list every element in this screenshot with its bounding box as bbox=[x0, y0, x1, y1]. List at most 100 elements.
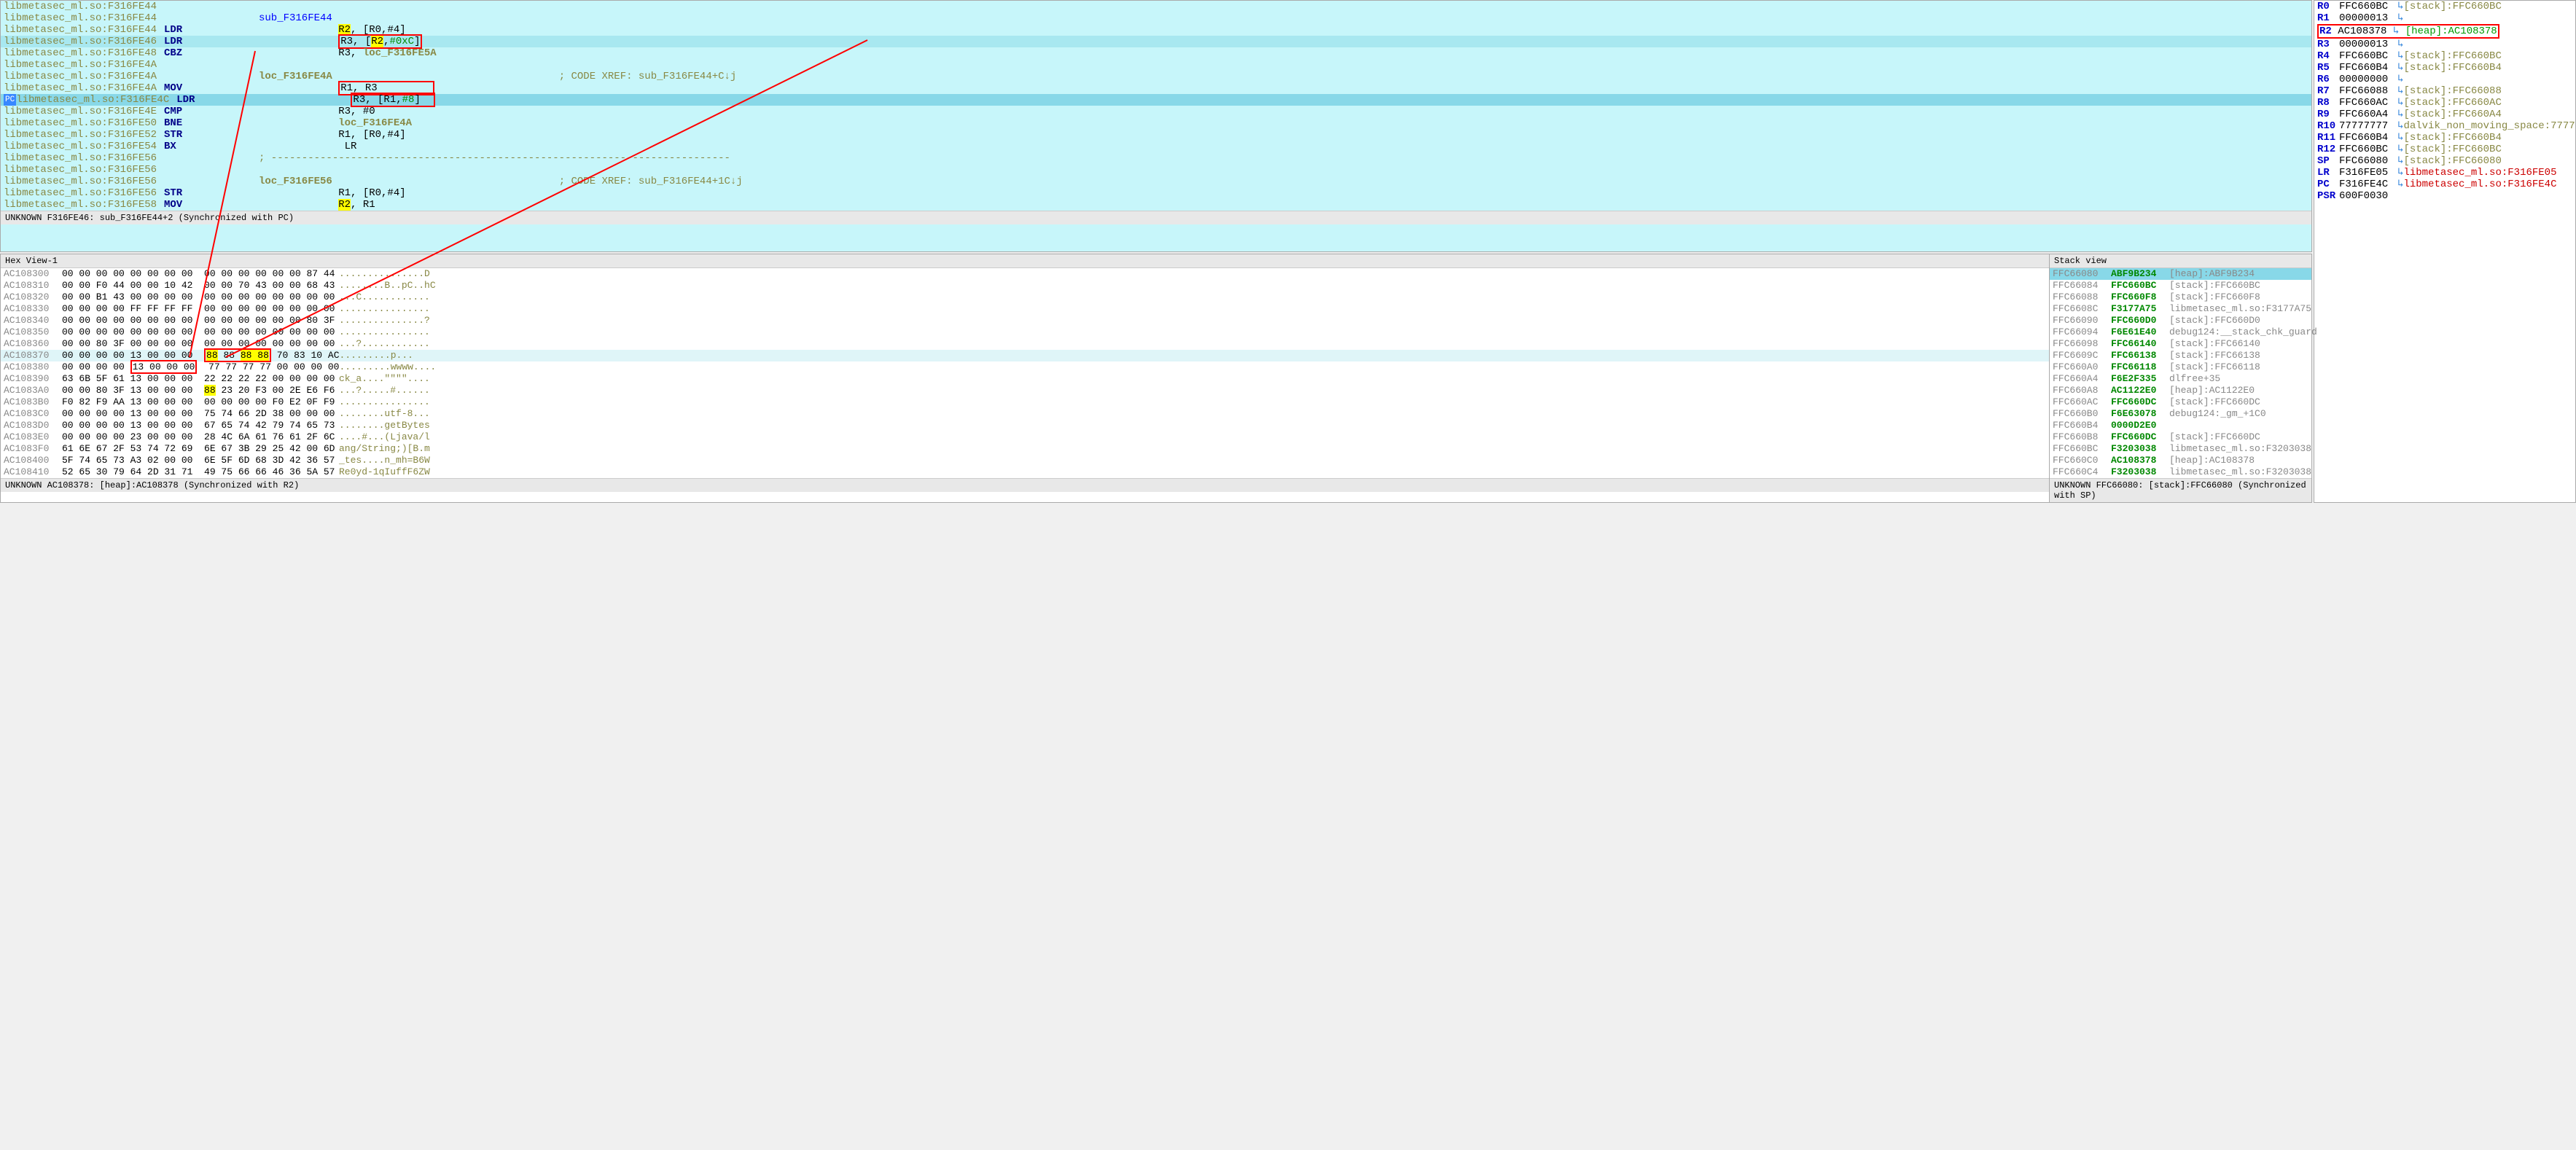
register-row[interactable]: LR F316FE05 ↳ libmetasec_ml.so:F316FE05 bbox=[2314, 167, 2575, 179]
register-row[interactable]: PC F316FE4C ↳ libmetasec_ml.so:F316FE4C bbox=[2314, 179, 2575, 190]
disasm-line[interactable]: libmetasec_ml.so:F316FE56 loc_F316FE56 ;… bbox=[1, 176, 2311, 187]
register-row[interactable]: R11 FFC660B4 ↳ [stack]:FFC660B4 bbox=[2314, 132, 2575, 144]
register-row[interactable]: R2 AC108378 ↳ [heap]:AC108378 bbox=[2314, 24, 2575, 39]
hex-bytes: 63 6B 5F 61 13 00 00 00 22 22 22 22 00 0… bbox=[62, 373, 339, 385]
registers-view[interactable]: R0 FFC660BC ↳ [stack]:FFC660BCR1 0000001… bbox=[2314, 0, 2576, 503]
hex-line[interactable]: AC1083D0 00 00 00 00 13 00 00 00 67 65 7… bbox=[1, 420, 2049, 431]
hex-line[interactable]: AC108410 52 65 30 79 64 2D 31 71 49 75 6… bbox=[1, 466, 2049, 478]
operands: R3, loc_F316FE5A bbox=[259, 47, 2308, 59]
hex-line[interactable]: AC108390 63 6B 5F 61 13 00 00 00 22 22 2… bbox=[1, 373, 2049, 385]
hex-line[interactable]: AC108370 00 00 00 00 13 00 00 00 88 88 8… bbox=[1, 350, 2049, 361]
register-row[interactable]: R9 FFC660A4 ↳ [stack]:FFC660A4 bbox=[2314, 109, 2575, 120]
register-row[interactable]: SP FFC66080 ↳ [stack]:FFC66080 bbox=[2314, 155, 2575, 167]
stack-desc: [stack]:FFC660DC bbox=[2169, 396, 2260, 408]
disasm-line[interactable]: libmetasec_ml.so:F316FE58 MOV R2, R1 bbox=[1, 199, 2311, 211]
hex-line[interactable]: AC108320 00 00 B1 43 00 00 00 00 00 00 0… bbox=[1, 292, 2049, 303]
disasm-line[interactable]: libmetasec_ml.so:F316FE56 ; ------------… bbox=[1, 152, 2311, 164]
hex-line[interactable]: AC108400 5F 74 65 73 A3 02 00 00 6E 5F 6… bbox=[1, 455, 2049, 466]
hex-line[interactable]: AC1083E0 00 00 00 00 23 00 00 00 28 4C 6… bbox=[1, 431, 2049, 443]
hex-line[interactable]: AC108310 00 00 F0 44 00 00 10 42 00 00 7… bbox=[1, 280, 2049, 292]
disasm-line[interactable]: libmetasec_ml.so:F316FE44 bbox=[1, 1, 2311, 12]
hex-line[interactable]: AC108350 00 00 00 00 00 00 00 00 00 00 0… bbox=[1, 326, 2049, 338]
stack-line[interactable]: FFC66084 FFC660BC [stack]:FFC660BC bbox=[2050, 280, 2311, 292]
mnemonic bbox=[164, 12, 259, 24]
stack-line[interactable]: FFC660A0 FFC66118 [stack]:FFC66118 bbox=[2050, 361, 2311, 373]
hex-addr: AC108360 bbox=[4, 338, 62, 350]
disassembly-view[interactable]: libmetasec_ml.so:F316FE44 libmetasec_ml.… bbox=[0, 0, 2312, 252]
stack-line[interactable]: FFC6608C F3177A75 libmetasec_ml.so:F3177… bbox=[2050, 303, 2311, 315]
disasm-line[interactable]: libmetasec_ml.so:F316FE52 STR R1, [R0,#4… bbox=[1, 129, 2311, 141]
disasm-line[interactable]: libmetasec_ml.so:F316FE48 CBZ R3, loc_F3… bbox=[1, 47, 2311, 59]
register-row[interactable]: R3 00000013 ↳ bbox=[2314, 39, 2575, 50]
register-row[interactable]: R0 FFC660BC ↳ [stack]:FFC660BC bbox=[2314, 1, 2575, 12]
address: libmetasec_ml.so:F316FE44 bbox=[4, 24, 164, 36]
register-row[interactable]: R6 00000000 ↳ bbox=[2314, 74, 2575, 85]
register-row[interactable]: PSR 600F0030 bbox=[2314, 190, 2575, 202]
register-row[interactable]: R7 FFC66088 ↳ [stack]:FFC66088 bbox=[2314, 85, 2575, 97]
hex-line[interactable]: AC1083B0 F0 82 F9 AA 13 00 00 00 00 00 0… bbox=[1, 396, 2049, 408]
stack-line[interactable]: FFC66088 FFC660F8 [stack]:FFC660F8 bbox=[2050, 292, 2311, 303]
register-row[interactable]: R8 FFC660AC ↳ [stack]:FFC660AC bbox=[2314, 97, 2575, 109]
stack-line[interactable]: FFC660C4 F3203038 libmetasec_ml.so:F3203… bbox=[2050, 466, 2311, 478]
stack-line[interactable]: FFC660AC FFC660DC [stack]:FFC660DC bbox=[2050, 396, 2311, 408]
stack-line[interactable]: FFC660B8 FFC660DC [stack]:FFC660DC bbox=[2050, 431, 2311, 443]
hex-line[interactable]: AC1083C0 00 00 00 00 13 00 00 00 75 74 6… bbox=[1, 408, 2049, 420]
hex-line[interactable]: AC1083A0 00 00 80 3F 13 00 00 00 88 23 2… bbox=[1, 385, 2049, 396]
hex-bytes: 00 00 00 00 00 00 00 00 00 00 00 00 00 0… bbox=[62, 268, 339, 280]
stack-line[interactable]: FFC660C0 AC108378 [heap]:AC108378 bbox=[2050, 455, 2311, 466]
disasm-line[interactable]: libmetasec_ml.so:F316FE56 STR R1, [R0,#4… bbox=[1, 187, 2311, 199]
reg-desc: [stack]:FFC660AC bbox=[2403, 97, 2501, 109]
stack-line[interactable]: FFC660BC F3203038 libmetasec_ml.so:F3203… bbox=[2050, 443, 2311, 455]
stack-addr: FFC660B0 bbox=[2053, 408, 2111, 420]
stack-line[interactable]: FFC66094 F6E61E40 debug124:__stack_chk_g… bbox=[2050, 326, 2311, 338]
disasm-line[interactable]: libmetasec_ml.so:F316FE4A MOV R1, R3 bbox=[1, 82, 2311, 94]
operands: LR bbox=[259, 141, 2308, 152]
hex-addr: AC108410 bbox=[4, 466, 62, 478]
stack-line[interactable]: FFC66090 FFC660D0 [stack]:FFC660D0 bbox=[2050, 315, 2311, 326]
stack-view[interactable]: Stack view FFC66080 ABF9B234 [heap]:ABF9… bbox=[2049, 254, 2311, 502]
stack-desc: [heap]:AC108378 bbox=[2169, 455, 2255, 466]
register-row[interactable]: R5 FFC660B4 ↳ [stack]:FFC660B4 bbox=[2314, 62, 2575, 74]
hex-line[interactable]: AC108330 00 00 00 00 FF FF FF FF 00 00 0… bbox=[1, 303, 2049, 315]
hex-ascii: ...............D bbox=[339, 268, 430, 280]
stack-line[interactable]: FFC66098 FFC66140 [stack]:FFC66140 bbox=[2050, 338, 2311, 350]
hex-ascii: ang/String;)[B.m bbox=[339, 443, 430, 455]
stack-line[interactable]: FFC6609C FFC66138 [stack]:FFC66138 bbox=[2050, 350, 2311, 361]
disasm-line[interactable]: libmetasec_ml.so:F316FE54 BX LR bbox=[1, 141, 2311, 152]
deref-icon: ↳ bbox=[2397, 50, 2403, 62]
deref-icon: ↳ bbox=[2397, 179, 2403, 190]
hex-line[interactable]: AC1083F0 61 6E 67 2F 53 74 72 69 6E 67 3… bbox=[1, 443, 2049, 455]
disasm-line[interactable]: libmetasec_ml.so:F316FE50 BNE loc_F316FE… bbox=[1, 117, 2311, 129]
register-row[interactable]: R4 FFC660BC ↳ [stack]:FFC660BC bbox=[2314, 50, 2575, 62]
hex-addr: AC108350 bbox=[4, 326, 62, 338]
stack-val: FFC66140 bbox=[2111, 338, 2169, 350]
disasm-line[interactable]: libmetasec_ml.so:F316FE56 bbox=[1, 164, 2311, 176]
disasm-line[interactable]: PC libmetasec_ml.so:F316FE4C LDR R3, [R1… bbox=[1, 94, 2311, 106]
reg-name: R5 bbox=[2317, 62, 2339, 74]
hex-view[interactable]: Hex View-1 AC108300 00 00 00 00 00 00 00… bbox=[1, 254, 2049, 502]
hex-line[interactable]: AC108360 00 00 80 3F 00 00 00 00 00 00 0… bbox=[1, 338, 2049, 350]
register-row[interactable]: R1 00000013 ↳ bbox=[2314, 12, 2575, 24]
address: libmetasec_ml.so:F316FE44 bbox=[4, 12, 164, 24]
hex-bytes: 00 00 F0 44 00 00 10 42 00 00 70 43 00 0… bbox=[62, 280, 339, 292]
hex-addr: AC108330 bbox=[4, 303, 62, 315]
stack-line[interactable]: FFC660B4 0000D2E0 bbox=[2050, 420, 2311, 431]
hex-line[interactable]: AC108300 00 00 00 00 00 00 00 00 00 00 0… bbox=[1, 268, 2049, 280]
stack-desc: [heap]:AC1122E0 bbox=[2169, 385, 2255, 396]
disasm-line[interactable]: libmetasec_ml.so:F316FE4E CMP R3, #0 bbox=[1, 106, 2311, 117]
disasm-line[interactable]: libmetasec_ml.so:F316FE46 LDR R3, [R2,#0… bbox=[1, 36, 2311, 47]
stack-line[interactable]: FFC660B0 F6E63078 debug124:_gm_+1C0 bbox=[2050, 408, 2311, 420]
stack-line[interactable]: FFC660A4 F6E2F335 dlfree+35 bbox=[2050, 373, 2311, 385]
operands: sub_F316FE44 bbox=[259, 12, 2308, 24]
register-row[interactable]: R10 77777777 ↳ dalvik_non_moving_space:7… bbox=[2314, 120, 2575, 132]
hex-line[interactable]: AC108380 00 00 00 00 13 00 00 00 77 77 7… bbox=[1, 361, 2049, 373]
hex-ascii: ................ bbox=[339, 326, 430, 338]
stack-line[interactable]: FFC660A8 AC1122E0 [heap]:AC1122E0 bbox=[2050, 385, 2311, 396]
stack-line[interactable]: FFC66080 ABF9B234 [heap]:ABF9B234 bbox=[2050, 268, 2311, 280]
register-row[interactable]: R12 FFC660BC ↳ [stack]:FFC660BC bbox=[2314, 144, 2575, 155]
stack-desc: [stack]:FFC660BC bbox=[2169, 280, 2260, 292]
disasm-line[interactable]: libmetasec_ml.so:F316FE44 sub_F316FE44 bbox=[1, 12, 2311, 24]
disasm-line[interactable]: libmetasec_ml.so:F316FE4A bbox=[1, 59, 2311, 71]
hex-addr: AC108400 bbox=[4, 455, 62, 466]
hex-line[interactable]: AC108340 00 00 00 00 00 00 00 00 00 00 0… bbox=[1, 315, 2049, 326]
